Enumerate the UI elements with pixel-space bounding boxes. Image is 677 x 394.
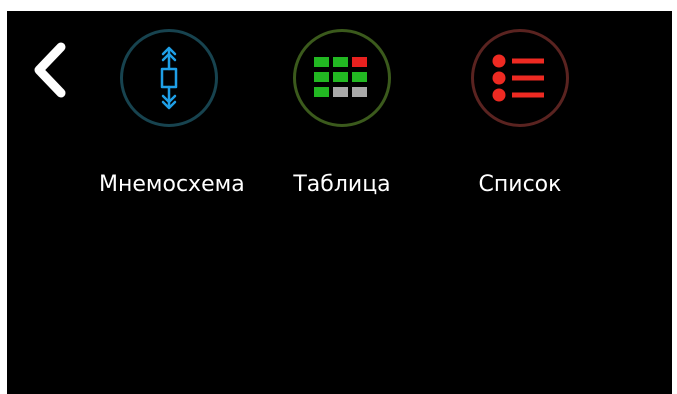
mnemonic-diagram-icon — [160, 46, 178, 110]
menu-item-mnemo[interactable]: Мнемосхема — [99, 29, 245, 197]
bullet-list-icon — [492, 54, 544, 102]
back-button[interactable] — [29, 39, 73, 101]
mnemo-icon-ring — [120, 29, 218, 127]
menu-item-table[interactable]: Таблица — [272, 29, 412, 197]
menu-item-label: Список — [478, 172, 562, 197]
table-grid-icon — [314, 57, 367, 97]
app-screen: Мнемосхема Таблица Список — [7, 11, 672, 394]
chevron-left-icon — [34, 42, 66, 98]
menu-item-list[interactable]: Список — [450, 29, 590, 197]
list-icon-ring — [471, 29, 569, 127]
menu-item-label: Мнемосхема — [99, 172, 245, 197]
table-icon-ring — [293, 29, 391, 127]
menu-item-label: Таблица — [293, 172, 391, 197]
